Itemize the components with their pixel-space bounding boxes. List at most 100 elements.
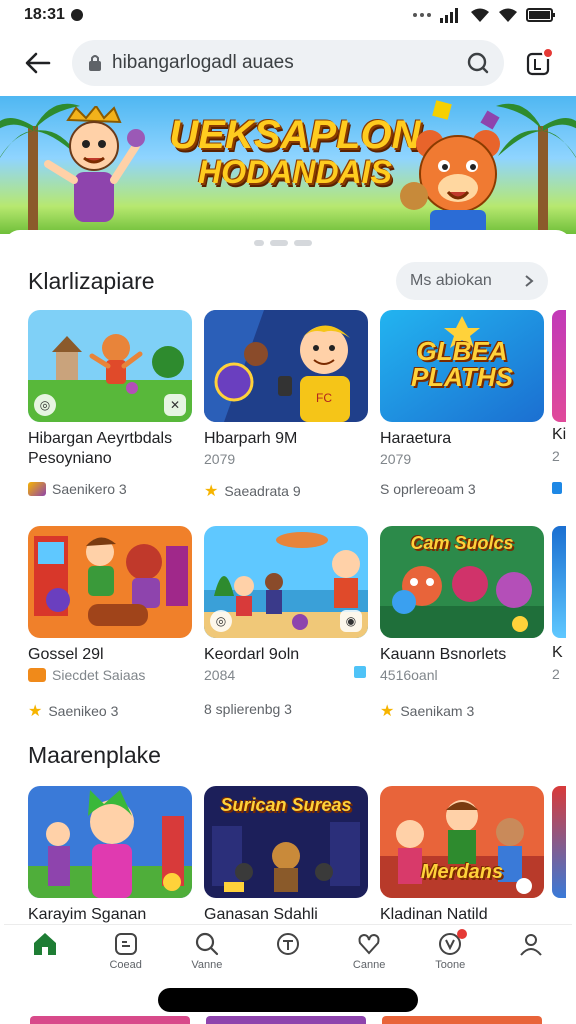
notification-badge <box>542 47 554 59</box>
app-subtitle: 4516oanl <box>380 667 438 683</box>
app-card[interactable]: Karayim Sganan <box>28 786 192 925</box>
app-card[interactable]: Gossel 29l Siecdet Saiaas ★ Saenikeo 3 <box>28 526 192 721</box>
app-thumbnail[interactable]: ◎ ✕ <box>28 310 192 422</box>
thumbnail-art: FC <box>204 310 368 422</box>
peek-card[interactable] <box>552 310 566 422</box>
category-icon <box>28 668 46 682</box>
content-sheet: Klarlizapiare Ms abiokan ◎ ✕ Hibargan Ae… <box>4 230 572 1024</box>
feature-icon: ✕ <box>164 394 186 416</box>
nav-apps[interactable] <box>253 931 323 959</box>
nav-search[interactable]: Vanne <box>172 931 242 971</box>
status-time: 18:31 <box>24 6 65 23</box>
signal-icon <box>440 8 458 23</box>
promo-banner[interactable]: UEKSAPLON HODANDAIS <box>0 96 576 234</box>
bottom-navigation: Coead Vanne Canne Toone <box>4 924 572 986</box>
banner-title: UEKSAPLON HODANDAIS <box>150 114 440 190</box>
nav-label: Canne <box>352 959 386 971</box>
app-thumbnail[interactable]: FC <box>204 310 368 422</box>
more-button[interactable]: Ms abiokan <box>396 262 548 300</box>
search-icon[interactable] <box>466 51 490 75</box>
wifi-icon-2 <box>499 8 517 22</box>
search-header: hibangarlogadl auaes <box>0 34 576 92</box>
nav-books[interactable]: Toone <box>415 929 485 971</box>
home-icon <box>33 933 56 955</box>
banner-title-line1: UEKSAPLON <box>169 113 421 157</box>
app-thumbnail[interactable] <box>28 526 192 638</box>
heart-icon <box>358 933 380 955</box>
chevron-right-icon <box>525 275 534 287</box>
banner-pager <box>254 240 312 246</box>
thumbnail-title: Cam Suolcs <box>410 533 514 553</box>
publisher-icon: ◎ <box>210 610 232 632</box>
gem-icon-2 <box>480 110 500 130</box>
app-name: Haraetura <box>380 430 452 447</box>
arrow-left-icon <box>25 52 51 74</box>
app-thumbnail[interactable]: GLBEA PLATHS <box>380 310 544 422</box>
app-name: Ganasan Sdahli <box>204 906 318 923</box>
app-name: Kauann Bsnorlets <box>380 646 507 663</box>
star-icon: ★ <box>380 703 395 720</box>
peek-row <box>382 1016 542 1024</box>
nav-games[interactable]: Coead <box>91 931 161 971</box>
app-name: Kladinan Natild <box>380 906 488 923</box>
app-thumbnail[interactable]: ◎ ◉ <box>204 526 368 638</box>
peek-row <box>30 1016 190 1024</box>
app-name: Hibargan Aeyrtbdals <box>28 430 173 447</box>
app-card[interactable]: Surican Sureas Ganasan Sdahli <box>204 786 368 925</box>
profile-icon <box>520 934 543 956</box>
feature-icon: ◉ <box>340 610 362 632</box>
publisher-icon: ◎ <box>34 394 56 416</box>
app-meta-text: Saenikero 3 <box>52 481 127 497</box>
star-icon: ★ <box>28 703 43 720</box>
app-name: Keordarl 9oln <box>204 646 300 663</box>
app-meta-text: Saenikeo 3 <box>48 703 119 719</box>
gesture-home-bar[interactable] <box>158 988 418 1012</box>
peek-card[interactable] <box>552 526 566 638</box>
library-button[interactable] <box>520 45 556 81</box>
thumbnail-title: Surican Sureas <box>220 795 352 815</box>
app-thumbnail[interactable]: Merdans <box>380 786 544 898</box>
thumbnail-art <box>28 526 192 638</box>
status-icons <box>412 7 556 23</box>
app-card[interactable]: Merdans Kladinan Natild <box>380 786 544 925</box>
app-thumbnail[interactable]: Surican Sureas <box>204 786 368 898</box>
nav-profile[interactable] <box>496 931 566 959</box>
app-card[interactable]: ◎ ◉ Keordarl 9oln 2084 8 splierenbg 3 <box>204 526 368 717</box>
app-card[interactable]: FC Hbarparh 9M 2079 ★ Saeadrata 9 <box>204 310 368 501</box>
app-subtitle: 2079 <box>204 451 236 467</box>
thumbnail-title: Merdans <box>420 861 504 883</box>
app-meta: S oprlereoam 3 <box>380 481 544 497</box>
app-card[interactable]: GLBEA PLATHS Haraetura 2079 S oprlereoam… <box>380 310 544 497</box>
apps-icon <box>276 933 299 955</box>
games-icon <box>114 933 137 955</box>
app-card[interactable]: ◎ ✕ Hibargan Aeyrtbdals Pesoyniano Saeni… <box>28 310 192 497</box>
nav-label: Vanne <box>191 959 223 971</box>
search-bar[interactable]: hibangarlogadl auaes <box>72 40 504 86</box>
nav-wishlist[interactable]: Canne <box>334 931 404 971</box>
category-icon <box>28 482 46 496</box>
notification-icon <box>70 9 83 21</box>
app-thumbnail[interactable]: Cam Suolcs <box>380 526 544 638</box>
app-card[interactable]: Cam Suolcs Kauann Bsnorlets 4516oanl ★ S… <box>380 526 544 721</box>
banner-title-line2: HODANDAIS <box>198 154 392 190</box>
app-meta: ★ Saenikeo 3 <box>28 701 192 721</box>
small-badge-icon <box>354 666 366 678</box>
app-subtitle: 2084 <box>204 667 236 683</box>
peek-card[interactable] <box>552 786 566 898</box>
app-meta: ★ Saenikam 3 <box>380 701 544 721</box>
character-king <box>44 106 145 222</box>
wifi-icon <box>471 8 489 22</box>
search-query[interactable]: hibangarlogadl auaes <box>112 52 456 74</box>
dots-icon <box>413 13 431 17</box>
app-meta: 8 splierenbg 3 <box>204 701 368 717</box>
notification-badge <box>457 929 468 939</box>
play-store-screen: 18:31 hibangarlogadl auaes UEKSAPLON HOD… <box>0 0 576 1024</box>
app-name: Gossel 29l <box>28 646 104 663</box>
lock-icon <box>89 55 101 71</box>
app-thumbnail[interactable] <box>28 786 192 898</box>
nav-home[interactable] <box>10 931 80 959</box>
pager-dot <box>294 240 312 246</box>
back-button[interactable] <box>20 45 56 81</box>
app-meta-text: 8 splierenbg 3 <box>204 701 292 717</box>
peek-card-icon <box>552 482 562 494</box>
